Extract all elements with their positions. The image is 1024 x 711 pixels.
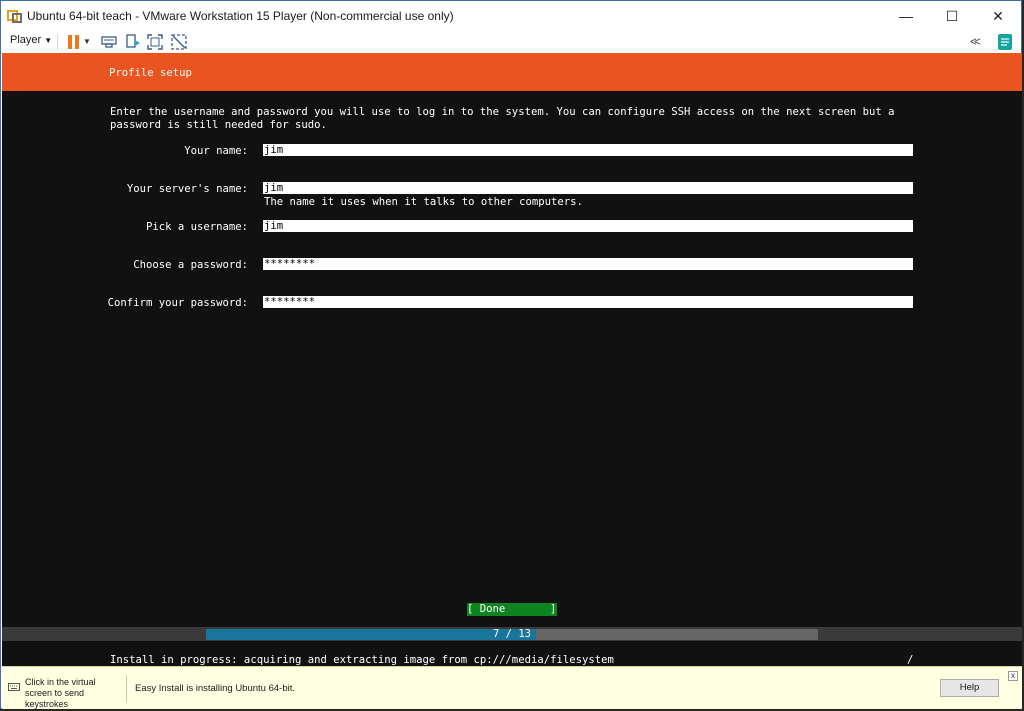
intro-line-2: password is still needed for sudo. (110, 119, 327, 131)
close-info-bar-icon[interactable]: x (1008, 671, 1018, 681)
title-bar: Ubuntu 64-bit teach - VMware Workstation… (1, 1, 1021, 31)
player-menu-label: Player (10, 34, 42, 46)
maximize-icon: ☐ (945, 7, 959, 24)
library-icon[interactable] (997, 33, 1013, 51)
vmware-app-icon (7, 10, 22, 23)
username-input[interactable]: jim (263, 220, 913, 232)
fullscreen-icon[interactable] (146, 33, 164, 51)
status-line: Install in progress: acquiring and extra… (2, 641, 1022, 666)
intro-line-1: Enter the username and password you will… (110, 106, 895, 118)
password-label: Choose a password: (133, 259, 248, 271)
keyboard-icon (8, 683, 20, 691)
close-icon: ✕ (992, 7, 1004, 24)
minimize-icon: — (899, 8, 913, 24)
server-name-help-text: The name it uses when it talks to other … (264, 196, 583, 208)
intro-text: Enter the username and password you will… (110, 106, 895, 132)
install-progress-bar: 7 / 13 (206, 629, 818, 640)
close-button[interactable]: ✕ (975, 1, 1021, 31)
done-button[interactable]: [ Done ] (467, 603, 557, 616)
collapse-icon[interactable]: ≪ (969, 35, 981, 48)
server-name-label: Your server's name: (126, 183, 248, 195)
your-name-input[interactable]: jim (263, 144, 913, 156)
installer-header: Profile setup (2, 53, 1022, 91)
username-label: Pick a username: (145, 221, 248, 233)
server-name-input[interactable]: jim (263, 182, 913, 194)
unity-mode-icon[interactable] (170, 33, 188, 51)
install-status-text: Install in progress: acquiring and extra… (110, 654, 614, 666)
help-button[interactable]: Help (940, 679, 999, 697)
confirm-password-label: Confirm your password: (107, 297, 248, 309)
minimize-button[interactable]: — (883, 1, 929, 31)
chevron-down-icon: ▼ (44, 36, 53, 45)
toolbar: Player ▼ ▼ ≪ (1, 31, 1021, 53)
confirm-password-input[interactable]: ******** (263, 296, 913, 308)
removable-devices-icon[interactable] (124, 33, 142, 51)
easy-install-message: Easy Install is installing Ubuntu 64-bit… (135, 683, 295, 694)
keystroke-hint: Click in the virtual screen to send keys… (25, 677, 96, 709)
install-progress-label: 7 / 13 (493, 628, 531, 640)
installer-body (2, 91, 1022, 627)
maximize-button[interactable]: ☐ (929, 1, 975, 31)
player-menu-button[interactable]: Player ▼ (10, 34, 52, 46)
info-bar: Click in the virtual screen to send keys… (2, 666, 1022, 709)
page-title: Profile setup (109, 67, 192, 79)
spinner-icon: / (907, 654, 914, 666)
power-options-chevron-icon[interactable]: ▼ (83, 37, 91, 46)
window-title: Ubuntu 64-bit teach - VMware Workstation… (27, 9, 454, 23)
vm-screen[interactable]: Profile setup Enter the username and pas… (2, 53, 1022, 666)
vmware-window: Ubuntu 64-bit teach - VMware Workstation… (0, 0, 1022, 709)
password-input[interactable]: ******** (263, 258, 913, 270)
your-name-label: Your name: (184, 145, 248, 157)
info-divider (126, 675, 127, 702)
send-ctrl-alt-del-icon[interactable] (100, 33, 118, 51)
toolbar-divider (57, 34, 58, 50)
pause-icon[interactable] (65, 33, 83, 51)
